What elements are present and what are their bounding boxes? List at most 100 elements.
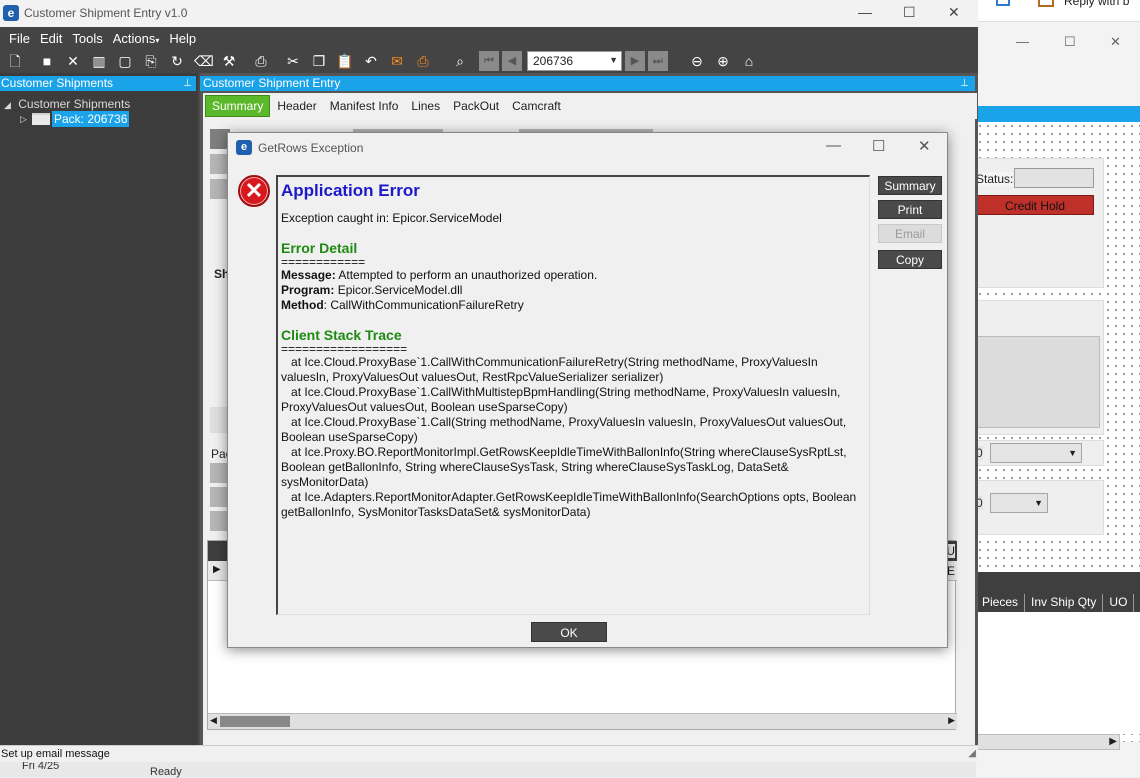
tab-manifest-info[interactable]: Manifest Info (324, 96, 405, 116)
resize-grip-icon[interactable]: ◢ (968, 746, 976, 762)
copy-button[interactable]: Copy (878, 250, 942, 269)
menu-actions[interactable]: Actions▾ (108, 31, 165, 46)
menu-help[interactable]: Help (164, 31, 201, 46)
background-grid-body (976, 612, 1140, 734)
undo-icon[interactable]: ↶ (362, 52, 380, 70)
home-icon[interactable]: ⌂ (740, 52, 758, 70)
email-icon[interactable]: ✉ (388, 52, 406, 70)
new-icon[interactable]: 🗋 (6, 52, 24, 70)
summary-button[interactable]: Summary (878, 176, 942, 195)
close-icon[interactable]: ✕ (948, 4, 960, 21)
left-pane: Customer Shipments ⊥ ◢ Customer Shipment… (0, 73, 198, 745)
status-field[interactable] (1014, 168, 1094, 188)
window-title: Customer Shipment Entry v1.0 (24, 6, 188, 20)
forward-icon[interactable]: ⊕ (714, 52, 732, 70)
tab-packout[interactable]: PackOut (447, 96, 505, 116)
combo-b[interactable]: ▼ (990, 493, 1048, 513)
message-value: Attempted to perform an unauthorized ope… (338, 268, 598, 282)
error-details-pane[interactable]: Application Error Exception caught in: E… (276, 175, 870, 615)
program-line: Program: Epicor.ServiceModel.dll (281, 283, 866, 298)
note-icon[interactable]: ▢ (116, 52, 134, 70)
row-selector-icon[interactable]: ▶ (213, 564, 221, 575)
tree-root[interactable]: ◢ Customer Shipments (4, 97, 130, 111)
exception-line: Exception caught in: Epicor.ServiceModel (281, 211, 502, 225)
print-preview-icon[interactable]: ⎙ (414, 52, 432, 70)
combo-a[interactable]: ▼ (990, 443, 1082, 463)
paste-icon[interactable]: 📋 (336, 52, 354, 70)
pin-icon[interactable]: ⊥ (960, 76, 969, 91)
toolbar: 🗋 ■ ✕ ▥ ▢ ⎘ ↻ ⌫ ⚒ ⎙ ✂ ❐ 📋 ↶ ✉ ⎙ ⌕ ⏮ ◀ 20… (0, 49, 978, 73)
background-grey-box (976, 336, 1100, 428)
chevron-down-icon: ▼ (1068, 448, 1077, 458)
save-icon[interactable]: ■ (38, 52, 56, 70)
window-icon (996, 0, 1010, 6)
menu-edit[interactable]: Edit (35, 31, 67, 46)
tree-child-pack[interactable]: ▷ Pack: 206736 (20, 111, 130, 127)
previous-record-button[interactable]: ◀ (502, 51, 522, 71)
copy-icon[interactable]: ❐ (310, 52, 328, 70)
scrollbar-thumb[interactable] (220, 716, 290, 727)
maximize-icon[interactable]: ☐ (1064, 34, 1076, 50)
refresh-icon[interactable]: ↻ (168, 52, 186, 70)
grid-horizontal-scrollbar[interactable]: ◀ ▶ (208, 713, 957, 729)
right-pane-title: Customer Shipment Entry (203, 76, 341, 90)
maximize-icon[interactable]: ☐ (903, 4, 916, 21)
status-bar: Set up email message ◢ (0, 745, 978, 762)
tools-icon[interactable]: ⚒ (220, 52, 238, 70)
background-window-top-strip: Reply with b (976, 0, 1140, 22)
first-record-button[interactable]: ⏮ (479, 51, 499, 71)
program-label: Program: (281, 283, 335, 297)
folder-icon (32, 113, 50, 125)
clear-icon[interactable]: ⌫ (194, 52, 214, 70)
minimize-icon[interactable]: — (858, 4, 872, 20)
ok-button[interactable]: OK (531, 622, 607, 642)
background-horizontal-scrollbar[interactable]: ▶ (976, 734, 1120, 750)
caret-down-icon: ▾ (155, 35, 160, 45)
tab-summary[interactable]: Summary (205, 95, 271, 117)
close-icon[interactable]: ✕ (1110, 34, 1121, 50)
tab-camcraft[interactable]: Camcraft (506, 96, 567, 116)
method-label: Method (281, 298, 324, 312)
background-grid-header (976, 572, 1140, 594)
back-icon[interactable]: ⊖ (688, 52, 706, 70)
print-button[interactable]: Print (878, 200, 942, 219)
print-icon[interactable]: ⎙ (252, 52, 270, 70)
minimize-icon[interactable]: — (1016, 34, 1029, 49)
menu-file[interactable]: File (4, 31, 35, 46)
expand-arrow-icon[interactable]: ▷ (20, 114, 27, 125)
ready-text: Ready (150, 766, 182, 778)
attachment-icon[interactable]: ⎘ (142, 52, 160, 70)
behind-status-left: Fri 4/25 (0, 760, 130, 777)
book-icon[interactable]: ▥ (90, 52, 108, 70)
menu-tools[interactable]: Tools (67, 31, 107, 46)
binoculars-icon[interactable]: ⌕ (451, 52, 469, 70)
chevron-down-icon: ▼ (1034, 498, 1043, 508)
close-icon[interactable]: ✕ (918, 137, 931, 155)
tab-lines[interactable]: Lines (405, 96, 446, 116)
program-value: Epicor.ServiceModel.dll (337, 283, 463, 297)
column-header-uom[interactable]: UO (1103, 594, 1135, 612)
last-record-button[interactable]: ⏭ (648, 51, 668, 71)
epicor-logo-icon: e (3, 5, 19, 21)
maximize-icon[interactable]: ☐ (872, 137, 885, 155)
tree-child-label: Pack: 206736 (52, 111, 130, 127)
pin-icon[interactable]: ⊥ (183, 76, 192, 91)
pack-number-combo[interactable]: 206736 ▼ (527, 51, 622, 71)
arrow-right-icon[interactable]: ▶ (1109, 736, 1117, 747)
credit-hold-badge: Credit Hold (976, 195, 1094, 215)
tab-strip: Summary Header Manifest Info Lines PackO… (203, 93, 977, 119)
minimize-icon[interactable]: — (826, 137, 841, 154)
column-header-inv-ship-qty[interactable]: Inv Ship Qty (1025, 594, 1104, 612)
email-button[interactable]: Email (878, 224, 942, 243)
arrow-right-icon[interactable]: ▶ (948, 715, 955, 726)
column-header-pieces[interactable]: Pieces (976, 594, 1026, 612)
next-record-button[interactable]: ▶ (625, 51, 645, 71)
left-pane-header: Customer Shipments ⊥ (0, 76, 196, 91)
title-bar: e Customer Shipment Entry v1.0 — ☐ ✕ (0, 0, 978, 27)
collapse-arrow-icon[interactable]: ◢ (4, 100, 11, 110)
arrow-left-icon[interactable]: ◀ (210, 715, 217, 726)
cut-icon[interactable]: ✂ (284, 52, 302, 70)
reply-text[interactable]: Reply with b (1064, 0, 1129, 8)
tab-header[interactable]: Header (271, 96, 322, 116)
delete-icon[interactable]: ✕ (64, 52, 82, 70)
